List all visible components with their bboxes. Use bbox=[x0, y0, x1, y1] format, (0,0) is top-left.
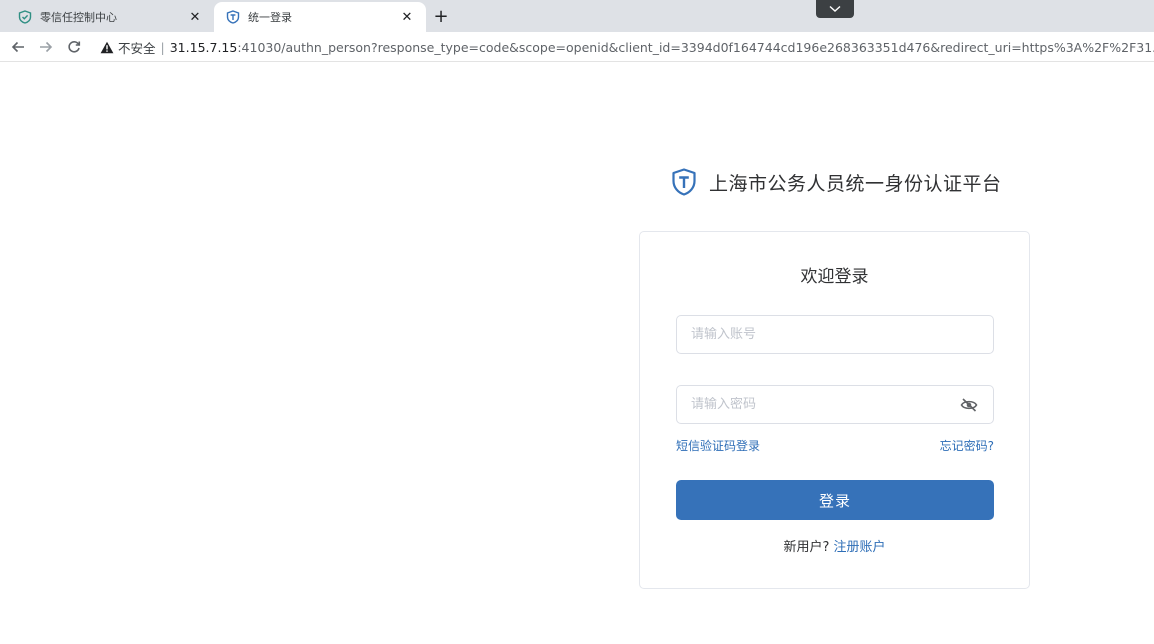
register-prompt: 新用户? 注册账户 bbox=[640, 536, 1029, 555]
register-link[interactable]: 注册账户 bbox=[834, 540, 886, 555]
shield-check-icon bbox=[18, 10, 32, 24]
close-tab-icon[interactable]: ✕ bbox=[398, 8, 416, 26]
forward-button[interactable] bbox=[36, 37, 56, 57]
sms-login-link[interactable]: 短信验证码登录 bbox=[676, 437, 760, 454]
reload-icon bbox=[68, 40, 81, 53]
tab-strip: 零信任控制中心 ✕ 统一登录 ✕ + bbox=[0, 0, 1154, 32]
back-button[interactable] bbox=[8, 37, 28, 57]
tab-title: 统一登录 bbox=[248, 11, 292, 24]
account-input[interactable] bbox=[691, 327, 993, 342]
chevron-down-icon bbox=[829, 5, 841, 12]
login-button[interactable]: 登录 bbox=[676, 480, 994, 520]
tab-title: 零信任控制中心 bbox=[40, 11, 117, 24]
account-field[interactable] bbox=[676, 315, 994, 354]
close-tab-icon[interactable]: ✕ bbox=[186, 8, 204, 26]
password-input[interactable] bbox=[691, 397, 959, 412]
arrow-left-icon bbox=[11, 41, 24, 53]
login-card: 欢迎登录 短信验证码登录 忘记密码? 登录 新用户? 注册账户 bbox=[639, 231, 1030, 589]
platform-logo-icon bbox=[672, 168, 696, 196]
new-user-text: 新用户? bbox=[783, 540, 830, 555]
tab-search-button[interactable] bbox=[816, 0, 854, 18]
tab-unified-login[interactable]: 统一登录 ✕ bbox=[214, 2, 426, 32]
forgot-password-link[interactable]: 忘记密码? bbox=[940, 437, 994, 454]
tab-zero-trust[interactable]: 零信任控制中心 ✕ bbox=[0, 2, 214, 32]
address-separator: | bbox=[160, 39, 165, 55]
platform-title: 上海市公务人员统一身份认证平台 bbox=[709, 172, 1002, 195]
platform-header: 上海市公务人员统一身份认证平台 bbox=[671, 168, 1002, 196]
url-path: :41030/authn_person?response_type=code&s… bbox=[237, 39, 1154, 55]
address-bar[interactable]: 不安全 | 31.15.7.15 :41030/authn_person?res… bbox=[100, 36, 1154, 58]
security-status[interactable]: 不安全 bbox=[118, 38, 156, 57]
warning-icon[interactable] bbox=[100, 40, 114, 54]
t-shield-icon bbox=[226, 10, 240, 24]
eye-off-icon[interactable] bbox=[959, 395, 979, 415]
url-host: 31.15.7.15 bbox=[169, 39, 238, 55]
reload-button[interactable] bbox=[64, 37, 84, 57]
new-tab-button[interactable]: + bbox=[430, 5, 452, 27]
browser-toolbar: 不安全 | 31.15.7.15 :41030/authn_person?res… bbox=[0, 32, 1154, 62]
password-field[interactable] bbox=[676, 385, 994, 424]
login-links: 短信验证码登录 忘记密码? bbox=[676, 437, 994, 454]
arrow-right-icon bbox=[40, 41, 53, 53]
login-heading: 欢迎登录 bbox=[800, 267, 869, 287]
